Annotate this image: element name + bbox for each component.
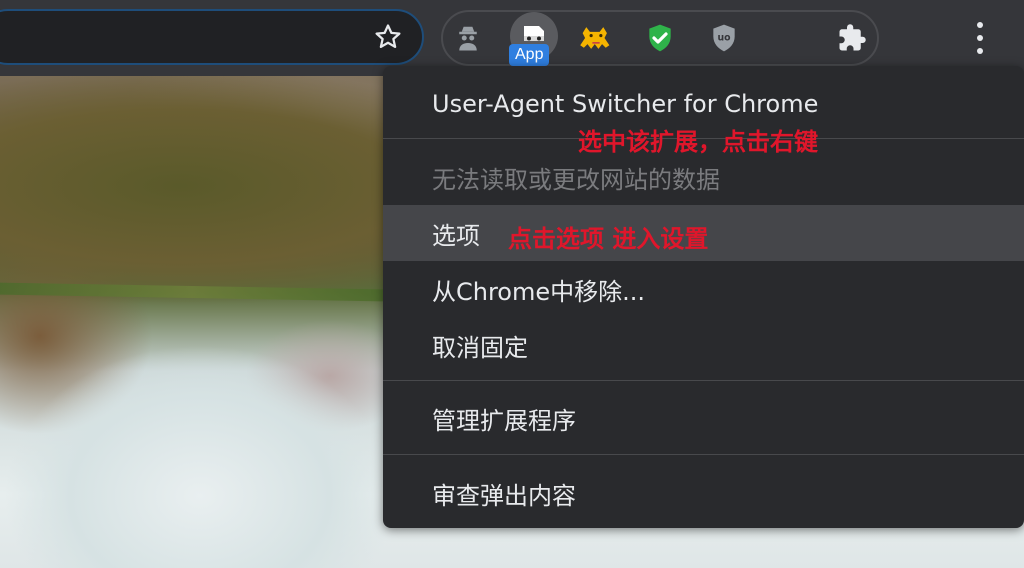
annotation-click-options: 点击选项 进入设置 [508,225,709,253]
app-badge: App [509,44,550,66]
menu-item-remove-from-chrome[interactable]: 从Chrome中移除... [383,261,1024,317]
menu-item-manage-extensions[interactable]: 管理扩展程序 [383,390,1024,446]
address-bar[interactable] [0,9,424,65]
browser-toolbar: App uo [0,0,1024,76]
puzzle-icon[interactable] [832,18,872,58]
menu-item-unpin[interactable]: 取消固定 [383,317,1024,373]
menu-item-site-access-disabled: 无法读取或更改网站的数据 [432,165,720,194]
menu-divider [383,454,1024,455]
ublock-shield-icon[interactable]: uo [704,18,744,58]
green-shield-check-icon[interactable] [640,18,680,58]
cat-icon[interactable] [576,18,616,58]
spy-icon[interactable] [448,18,488,58]
menu-divider [383,380,1024,381]
star-outline-icon[interactable] [371,20,405,54]
annotation-select-extension: 选中该扩展，点击右键 [578,128,818,156]
menu-item-inspect-popup[interactable]: 审查弹出内容 [383,465,1024,521]
vertical-dots-icon[interactable] [966,22,994,54]
svg-text:uo: uo [717,33,730,44]
